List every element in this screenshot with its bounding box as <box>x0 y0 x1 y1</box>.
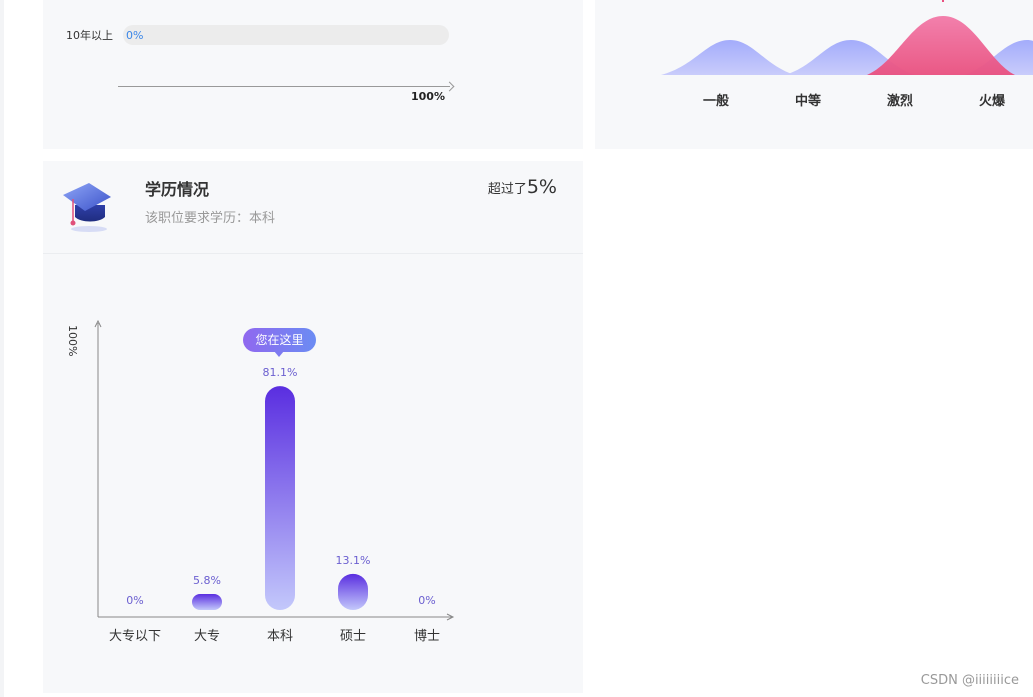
bar-1 <box>192 593 222 610</box>
x-tick-label: 本科 <box>266 629 293 644</box>
experience-axis-line <box>118 86 450 87</box>
bar-2 <box>265 386 295 610</box>
x-tick-label: 博士 <box>413 629 440 644</box>
competition-wave-chart <box>661 0 1033 75</box>
education-card: 学历情况 该职位要求学历：本科 超过了5% 100% 您在这里 大专以下 大专 本科… <box>43 161 583 693</box>
experience-card: 10年以上 0% 100% <box>43 0 583 149</box>
bar-value-label: 0% <box>126 594 144 607</box>
experience-axis-max-label: 100% <box>411 90 445 103</box>
competition-card: 一般 中等 激烈 火爆 <box>595 0 1033 149</box>
experience-row-label: 10年以上 <box>66 29 113 42</box>
experience-axis-arrow <box>444 81 455 92</box>
x-tick-label: 大专 <box>193 629 220 644</box>
experience-progress-track: 0% <box>123 25 449 45</box>
csdn-watermark: CSDN @iiiiiiiice <box>920 673 1019 688</box>
competition-label-general: 一般 <box>703 94 730 109</box>
bar-value-label: 0% <box>418 594 436 607</box>
tooltip-arrow <box>274 351 284 357</box>
you-are-here-tooltip: 您在这里 <box>243 328 316 352</box>
x-tick-label: 大专以下 <box>108 629 161 644</box>
bar-value-label: 5.8% <box>193 573 221 587</box>
wave-level-3-highlight <box>867 16 1015 75</box>
y-axis-label: 100% <box>66 325 79 357</box>
education-bar-chart <box>94 319 455 621</box>
experience-progress-value: 0% <box>126 29 144 42</box>
bar-value-label: 81.1% <box>262 366 298 380</box>
left-edge-strip <box>0 0 4 697</box>
competition-label-fierce: 激烈 <box>887 94 914 109</box>
competition-label-medium: 中等 <box>795 94 822 109</box>
wave-level-1 <box>661 40 795 75</box>
bar-value-label: 13.1% <box>335 553 371 567</box>
x-tick-label: 硕士 <box>339 629 366 644</box>
bar-3 <box>338 573 368 610</box>
competition-label-hot: 火爆 <box>979 94 1006 109</box>
